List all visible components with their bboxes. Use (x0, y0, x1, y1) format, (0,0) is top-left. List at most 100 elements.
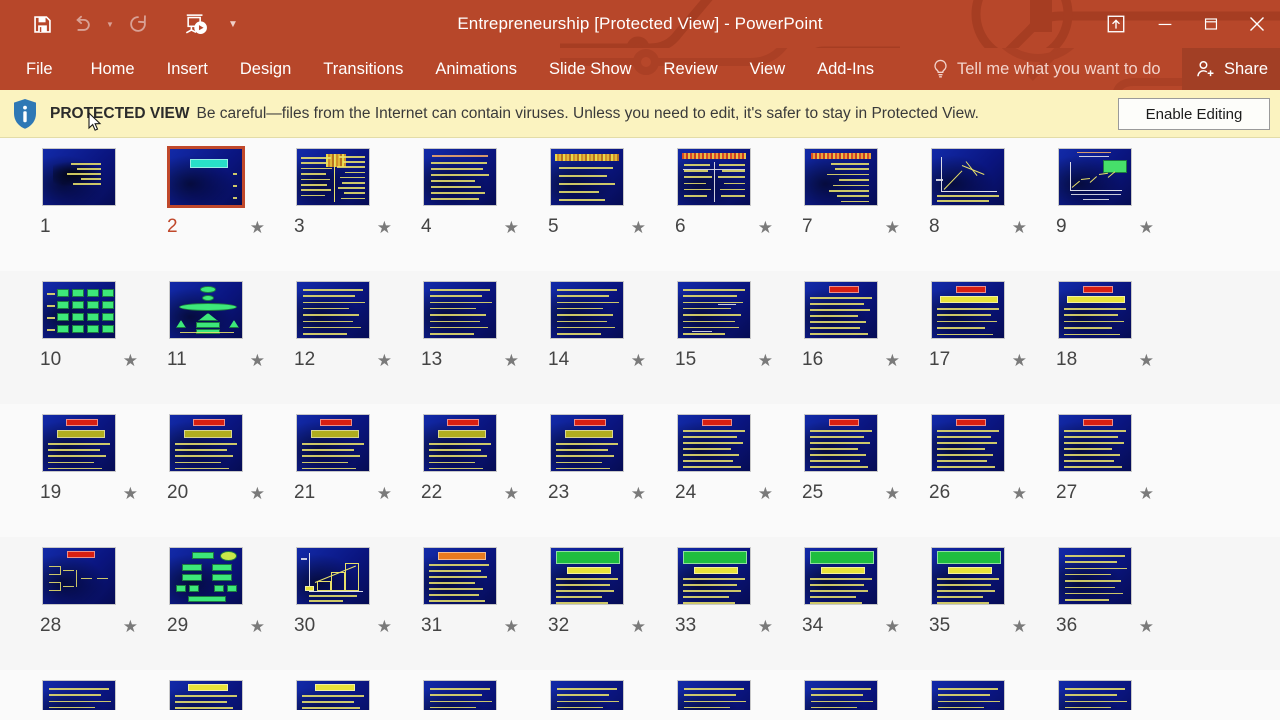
tab-slide-show[interactable]: Slide Show (533, 48, 648, 90)
slide-thumbnail-20[interactable]: 20 ★ (161, 404, 288, 504)
thumbnail-frame[interactable] (1058, 148, 1132, 206)
animation-star-icon[interactable]: ★ (1139, 618, 1154, 635)
animation-star-icon[interactable]: ★ (123, 618, 138, 635)
thumbnail-frame[interactable] (550, 680, 624, 710)
slide-thumbnail-22[interactable]: 22 ★ (415, 404, 542, 504)
slide-thumbnail-24[interactable]: 24 ★ (669, 404, 796, 504)
slide-thumbnail-23[interactable]: 23 ★ (542, 404, 669, 504)
tab-insert[interactable]: Insert (151, 48, 224, 90)
quick-access-toolbar[interactable]: ▼ ▼ (0, 4, 250, 44)
thumbnail-frame[interactable] (42, 547, 116, 605)
slide-thumbnail-43[interactable]: 43★ (796, 670, 923, 710)
slide-preview[interactable] (296, 148, 370, 206)
ribbon-tabs[interactable]: File Home Insert Design Transitions Anim… (0, 48, 890, 90)
thumbnail-frame[interactable] (677, 547, 751, 605)
slide-thumbnail-34[interactable]: 34 ★ (796, 537, 923, 637)
slide-preview[interactable] (550, 414, 624, 472)
slide-thumbnail-16[interactable]: 16 ★ (796, 271, 923, 371)
slide-preview[interactable] (167, 146, 245, 208)
slide-thumbnail-39[interactable]: 39★ (288, 670, 415, 710)
thumbnail-frame[interactable] (1058, 547, 1132, 605)
tab-file[interactable]: File (0, 48, 75, 90)
slide-thumbnail-1[interactable]: 1 (34, 138, 161, 238)
animation-star-icon[interactable]: ★ (123, 485, 138, 502)
animation-star-icon[interactable]: ★ (758, 219, 773, 236)
thumbnail-frame[interactable] (296, 680, 370, 710)
slide-preview[interactable] (296, 547, 370, 605)
slide-preview[interactable] (804, 414, 878, 472)
slide-thumbnail-9[interactable]: 9 ★ (1050, 138, 1177, 238)
thumbnail-frame[interactable] (1058, 414, 1132, 472)
thumbnail-frame[interactable] (931, 680, 1005, 710)
slide-thumbnail-21[interactable]: 21 ★ (288, 404, 415, 504)
animation-star-icon[interactable]: ★ (504, 618, 519, 635)
thumbnail-frame[interactable] (423, 680, 497, 710)
slide-preview[interactable] (169, 414, 243, 472)
thumbnail-frame[interactable] (296, 148, 370, 206)
slide-thumbnail-42[interactable]: 42★ (669, 670, 796, 710)
thumbnail-frame[interactable] (931, 414, 1005, 472)
slide-preview[interactable] (1058, 414, 1132, 472)
slide-preview[interactable] (1058, 547, 1132, 605)
slide-thumbnail-19[interactable]: 19 ★ (34, 404, 161, 504)
thumbnail-frame[interactable] (167, 146, 245, 208)
slide-preview[interactable] (42, 414, 116, 472)
tab-animations[interactable]: Animations (419, 48, 533, 90)
slide-preview[interactable] (677, 148, 751, 206)
restore-icon[interactable] (1188, 0, 1234, 48)
animation-star-icon[interactable]: ★ (250, 352, 265, 369)
tell-me-search[interactable]: Tell me what you want to do (932, 59, 1161, 79)
slide-thumbnail-38[interactable]: 38★ (161, 670, 288, 710)
slide-thumbnail-15[interactable]: 15 ★ (669, 271, 796, 371)
animation-star-icon[interactable]: ★ (123, 352, 138, 369)
slide-preview[interactable] (296, 680, 370, 710)
enable-editing-button[interactable]: Enable Editing (1118, 98, 1270, 130)
thumbnail-frame[interactable] (169, 281, 243, 339)
tab-review[interactable]: Review (648, 48, 734, 90)
slide-thumbnail-17[interactable]: 17 ★ (923, 271, 1050, 371)
slide-preview[interactable] (423, 547, 497, 605)
thumbnail-frame[interactable] (296, 281, 370, 339)
slide-thumbnail-2[interactable]: 2 ★ (161, 138, 288, 238)
slide-thumbnail-3[interactable]: 3 ★ (288, 138, 415, 238)
slide-preview[interactable] (677, 414, 751, 472)
slide-preview[interactable] (423, 680, 497, 710)
animation-star-icon[interactable]: ★ (1012, 219, 1027, 236)
slide-preview[interactable] (677, 680, 751, 710)
slide-preview[interactable] (550, 680, 624, 710)
thumbnail-frame[interactable] (169, 414, 243, 472)
animation-star-icon[interactable]: ★ (377, 618, 392, 635)
thumbnail-frame[interactable] (42, 680, 116, 710)
thumbnail-frame[interactable] (169, 547, 243, 605)
slide-thumbnail-31[interactable]: 31 ★ (415, 537, 542, 637)
slide-thumbnail-40[interactable]: 40★ (415, 670, 542, 710)
slide-thumbnail-7[interactable]: 7 ★ (796, 138, 923, 238)
slide-preview[interactable] (423, 414, 497, 472)
thumbnail-frame[interactable] (42, 281, 116, 339)
slide-preview[interactable] (42, 547, 116, 605)
slide-thumbnail-14[interactable]: 14 ★ (542, 271, 669, 371)
slide-preview[interactable] (423, 148, 497, 206)
animation-star-icon[interactable]: ★ (504, 485, 519, 502)
animation-star-icon[interactable]: ★ (758, 352, 773, 369)
minimize-icon[interactable] (1142, 0, 1188, 48)
thumbnail-frame[interactable] (423, 547, 497, 605)
window-controls[interactable] (1090, 0, 1280, 48)
thumbnail-frame[interactable] (42, 414, 116, 472)
slide-preview[interactable] (1058, 281, 1132, 339)
thumbnail-frame[interactable] (423, 148, 497, 206)
thumbnail-frame[interactable] (169, 680, 243, 710)
animation-star-icon[interactable]: ★ (250, 618, 265, 635)
animation-star-icon[interactable]: ★ (1012, 618, 1027, 635)
animation-star-icon[interactable]: ★ (631, 485, 646, 502)
thumbnail-frame[interactable] (804, 680, 878, 710)
thumbnail-frame[interactable] (677, 148, 751, 206)
close-icon[interactable] (1234, 0, 1280, 48)
thumbnail-frame[interactable] (423, 414, 497, 472)
slide-preview[interactable] (677, 547, 751, 605)
slide-preview[interactable] (804, 281, 878, 339)
slide-thumbnail-18[interactable]: 18 ★ (1050, 271, 1177, 371)
animation-star-icon[interactable]: ★ (631, 618, 646, 635)
slide-preview[interactable] (42, 680, 116, 710)
slide-preview[interactable] (1058, 680, 1132, 710)
